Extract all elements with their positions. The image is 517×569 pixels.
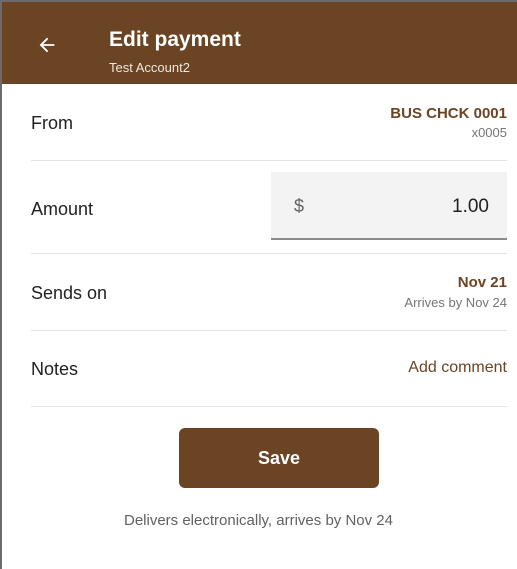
arrow-left-icon: [39, 37, 55, 53]
back-button[interactable]: [30, 28, 64, 62]
from-label: From: [31, 113, 73, 133]
currency-symbol: $: [294, 196, 305, 216]
save-button[interactable]: Save: [179, 428, 379, 488]
page-title: Edit payment: [109, 28, 241, 51]
sends-on-date[interactable]: Nov 21: [458, 274, 507, 291]
from-account-mask: x0005: [471, 125, 507, 140]
divider: [31, 330, 507, 331]
account-subtitle: Test Account2: [109, 60, 190, 75]
divider: [31, 160, 507, 161]
amount-value: 1.00: [452, 196, 489, 217]
delivery-note: Delivers electronically, arrives by Nov …: [124, 512, 393, 529]
app-bar: Edit payment Test Account2: [2, 2, 517, 84]
window-border-left: [0, 0, 2, 569]
from-account-name[interactable]: BUS CHCK 0001: [390, 105, 507, 122]
arrival-date: Arrives by Nov 24: [404, 295, 507, 310]
amount-label: Amount: [31, 199, 94, 219]
add-comment-link[interactable]: Add comment: [408, 359, 507, 377]
amount-input[interactable]: $ 1.00: [271, 172, 507, 240]
divider: [31, 253, 507, 254]
notes-label: Notes: [31, 359, 79, 379]
sends-on-label: Sends on: [31, 283, 108, 303]
divider: [31, 406, 507, 407]
